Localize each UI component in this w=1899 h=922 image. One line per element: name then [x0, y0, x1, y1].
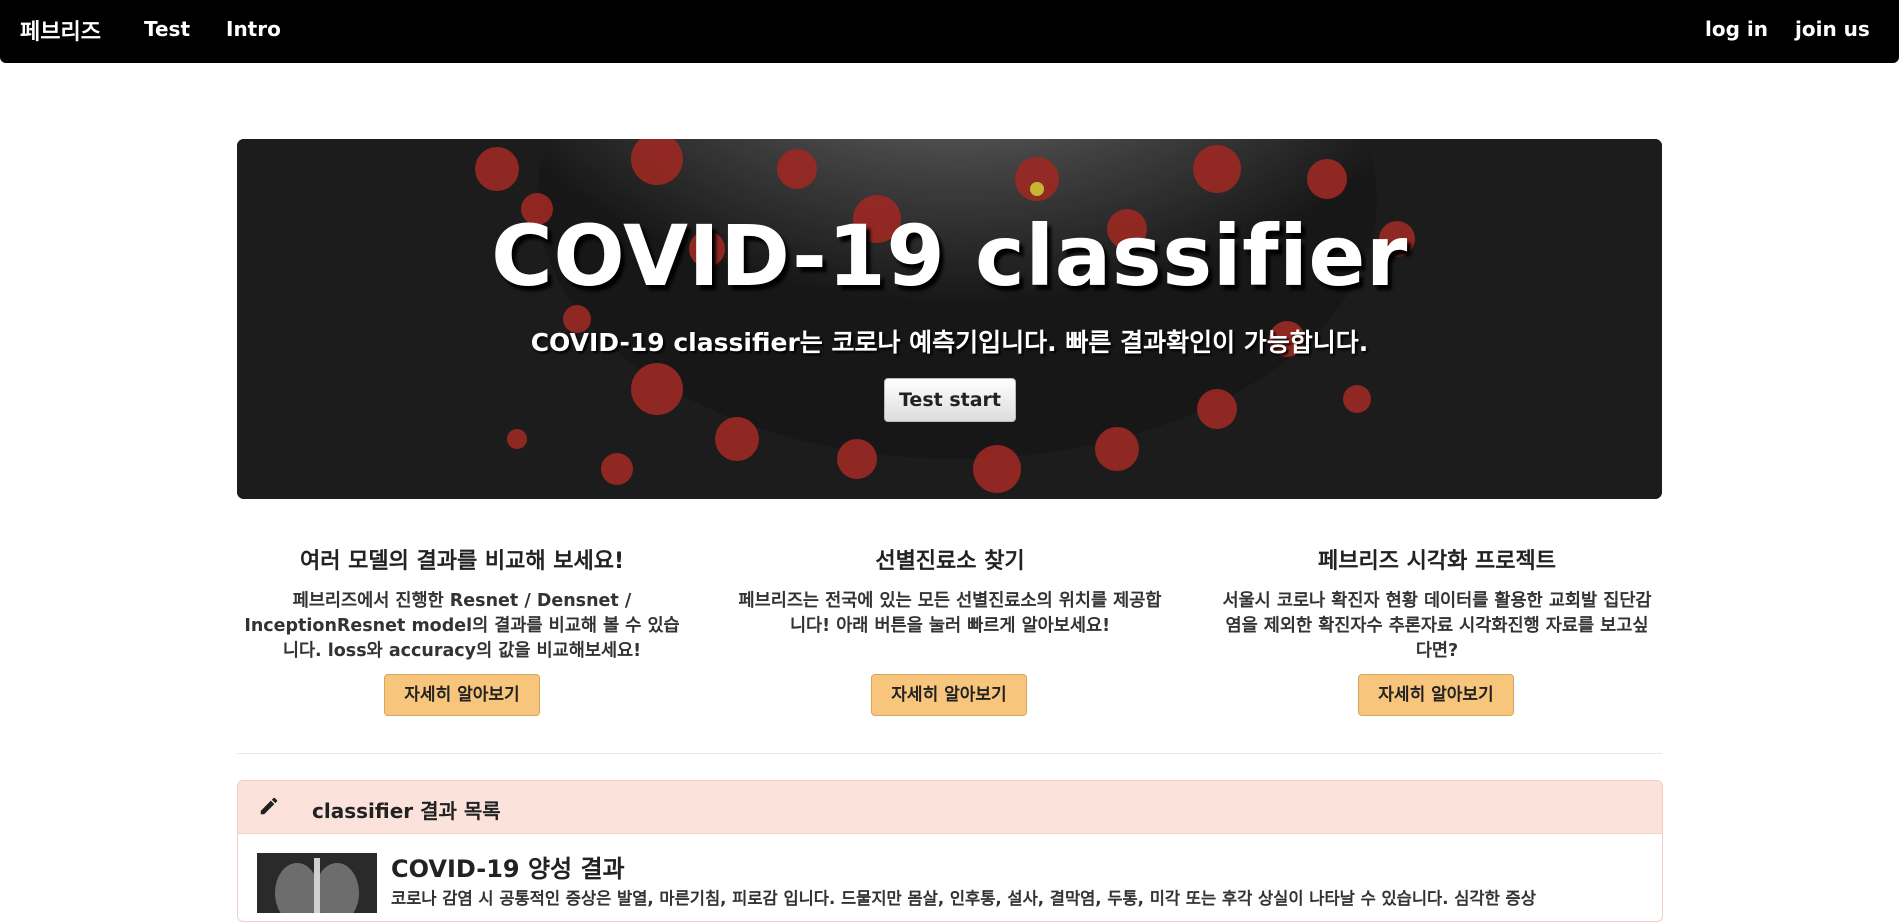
feature-description: 서울시 코로나 확진자 현황 데이터를 활용한 교회발 집단감 염을 제외한 확…	[1213, 589, 1661, 664]
feature-title: 여러 모델의 결과를 비교해 보세요!	[299, 549, 625, 574]
login-link[interactable]: log in	[1705, 17, 1768, 41]
virus-background-image	[237, 139, 1662, 499]
results-panel-header: classifier 결과 목록	[238, 781, 1662, 834]
nav-link-test[interactable]: Test	[144, 17, 190, 41]
feature-line: 니다. loss와 accuracy의 값을 비교해보세요!	[282, 641, 642, 661]
results-panel: classifier 결과 목록 COVID-19 양성 결과 코로나 감염 시…	[237, 780, 1663, 922]
feature-description: 페브리즈에서 진행한 Resnet / Densnet / InceptionR…	[238, 589, 686, 664]
hero-title: COVID-19 classifier	[491, 207, 1408, 305]
feature-model-compare: 여러 모델의 결과를 비교해 보세요! 페브리즈에서 진행한 Resnet / …	[238, 543, 686, 664]
feature-line: InceptionResnet model의 결과를 비교해 볼 수 있습	[244, 616, 680, 636]
learn-more-button-visualization[interactable]: 자세히 알아보기	[1358, 674, 1514, 716]
brand-logo[interactable]: 페브리즈	[20, 14, 101, 46]
section-divider	[237, 753, 1662, 754]
pencil-icon	[260, 797, 278, 815]
feature-description: 페브리즈는 전국에 있는 모든 선별진료소의 위치를 제공합 니다! 아래 버튼…	[726, 589, 1174, 639]
feature-clinic-finder: 선별진료소 찾기 페브리즈는 전국에 있는 모든 선별진료소의 위치를 제공합 …	[726, 543, 1174, 639]
feature-line: 염을 제외한 확진자수 추론자료 시각화진행 자료를 보고싶	[1225, 616, 1649, 636]
learn-more-button-models[interactable]: 자세히 알아보기	[384, 674, 540, 716]
chest-xray-thumbnail[interactable]	[257, 853, 377, 913]
feature-visualization: 페브리즈 시각화 프로젝트 서울시 코로나 확진자 현황 데이터를 활용한 교회…	[1213, 543, 1661, 664]
hero-banner: COVID-19 classifier COVID-19 classifier는…	[237, 139, 1662, 499]
feature-line: 페브리즈에서 진행한 Resnet / Densnet /	[292, 591, 632, 611]
feature-line: 서울시 코로나 확진자 현황 데이터를 활용한 교회발 집단감	[1222, 591, 1652, 611]
nav-link-intro[interactable]: Intro	[226, 17, 281, 41]
feature-title: 선별진료소 찾기	[875, 549, 1025, 574]
feature-line: 페브리즈는 전국에 있는 모든 선별진료소의 위치를 제공합	[738, 591, 1162, 611]
result-item-title[interactable]: COVID-19 양성 결과	[391, 849, 625, 884]
results-panel-title: classifier 결과 목록	[312, 799, 501, 823]
feature-line: 다면?	[1415, 641, 1459, 661]
top-navbar: 페브리즈 Test Intro log in join us	[0, 0, 1899, 63]
hero-subtitle: COVID-19 classifier는 코로나 예측기입니다. 빠른 결과확인…	[530, 328, 1369, 357]
learn-more-button-clinic[interactable]: 자세히 알아보기	[871, 674, 1027, 716]
join-link[interactable]: join us	[1795, 17, 1870, 41]
feature-line: 니다! 아래 버튼을 눌러 빠르게 알아보세요!	[789, 616, 1111, 636]
feature-title: 페브리즈 시각화 프로젝트	[1318, 549, 1556, 574]
result-item-description: 코로나 감염 시 공통적인 증상은 발열, 마른기침, 피로감 입니다. 드물지…	[391, 889, 1536, 908]
test-start-button[interactable]: Test start	[884, 378, 1016, 422]
